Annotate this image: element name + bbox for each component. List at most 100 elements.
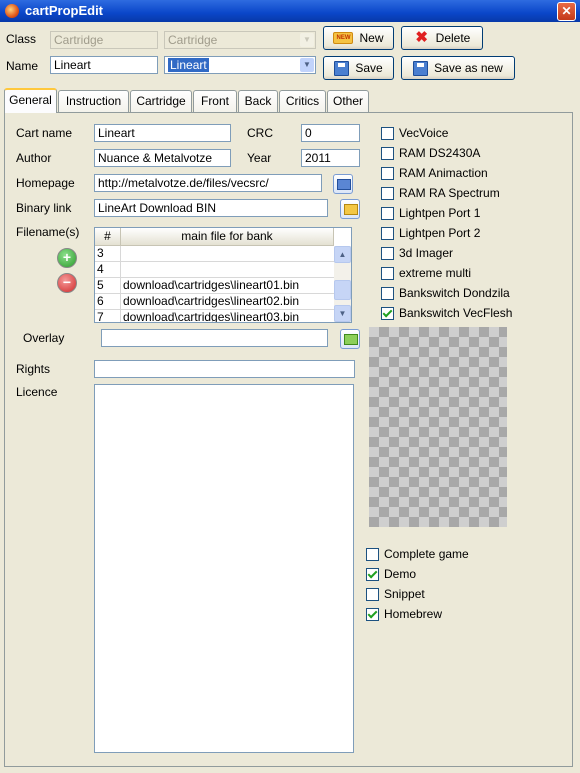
checkbox-box[interactable]	[381, 266, 394, 280]
delete-button[interactable]: ✖ Delete	[401, 26, 483, 50]
checkbox-snippet[interactable]: Snippet	[366, 587, 425, 601]
name-label: Name	[6, 59, 39, 73]
checkbox-ram-ra-spectrum[interactable]: RAM RA Spectrum	[381, 186, 500, 200]
cart-name-label: Cart name	[16, 126, 73, 140]
delete-icon: ✖	[415, 29, 428, 46]
table-header-num: #	[95, 228, 121, 246]
tab-instruction[interactable]: Instruction	[58, 90, 129, 112]
name-field[interactable]: Lineart	[50, 56, 158, 74]
checkbox-box[interactable]	[381, 206, 394, 220]
checkbox-box[interactable]	[381, 186, 394, 200]
row-num: 7	[95, 310, 121, 322]
link-icon	[337, 179, 351, 190]
checkbox-box[interactable]	[381, 246, 394, 260]
browse-binary-button[interactable]	[340, 199, 360, 219]
checkbox-lightpen-port-2[interactable]: Lightpen Port 2	[381, 226, 480, 240]
save-as-new-button[interactable]: Save as new	[401, 56, 515, 80]
remove-file-button[interactable]: −	[57, 273, 77, 293]
checkbox-box[interactable]	[366, 567, 379, 581]
app-icon	[5, 4, 19, 18]
checkbox-homebrew[interactable]: Homebrew	[366, 607, 442, 621]
overlay-field[interactable]	[101, 329, 328, 347]
row-file: download\cartridges\lineart02.bin	[123, 294, 300, 308]
checkbox-box[interactable]	[381, 166, 394, 180]
chevron-down-icon[interactable]: ▼	[300, 58, 314, 72]
scroll-thumb[interactable]	[334, 280, 351, 300]
tab-front[interactable]: Front	[193, 90, 237, 112]
table-row[interactable]: 5 download\cartridges\lineart01.bin	[95, 278, 334, 294]
checkbox-label: Bankswitch Dondzila	[399, 286, 510, 300]
new-button[interactable]: NEW New	[323, 26, 394, 50]
table-header-file: main file for bank	[121, 228, 334, 246]
checkbox-complete-game[interactable]: Complete game	[366, 547, 469, 561]
folder-icon	[344, 204, 358, 215]
table-scrollbar[interactable]: ▲ ▼	[334, 246, 351, 322]
checkbox-lightpen-port-1[interactable]: Lightpen Port 1	[381, 206, 480, 220]
rights-field[interactable]	[94, 360, 355, 378]
table-row[interactable]: 3	[95, 246, 334, 262]
filename-table[interactable]: # main file for bank 3 4 5 download\cartr…	[94, 227, 352, 323]
checkbox-label: Snippet	[384, 587, 425, 601]
name-combo-value: Lineart	[168, 58, 209, 72]
window-title: cartPropEdit	[25, 3, 104, 18]
checkbox-ram-animaction[interactable]: RAM Animaction	[381, 166, 488, 180]
checkbox-label: Lightpen Port 2	[399, 226, 481, 240]
binary-link-field[interactable]: LineArt Download BIN	[94, 199, 328, 217]
checkbox-label: RAM Animaction	[399, 166, 488, 180]
crc-field[interactable]: 0	[301, 124, 360, 142]
name-combo[interactable]: Lineart ▼	[164, 56, 316, 74]
homepage-label: Homepage	[16, 176, 75, 190]
row-file: download\cartridges\lineart01.bin	[123, 278, 300, 292]
close-button[interactable]: ✕	[557, 2, 576, 21]
scroll-down-icon[interactable]: ▼	[334, 305, 351, 322]
tab-other[interactable]: Other	[327, 90, 369, 112]
checkbox-box[interactable]	[381, 226, 394, 240]
checkbox-box[interactable]	[366, 587, 379, 601]
tab-back[interactable]: Back	[238, 90, 278, 112]
scroll-up-icon[interactable]: ▲	[334, 246, 351, 263]
checkbox-box[interactable]	[381, 306, 394, 320]
tab-critics[interactable]: Critics	[279, 90, 326, 112]
table-row[interactable]: 6 download\cartridges\lineart02.bin	[95, 294, 334, 310]
class-combo: Cartridge ▼	[164, 31, 316, 49]
checkbox-demo[interactable]: Demo	[366, 567, 416, 581]
browse-overlay-button[interactable]	[340, 329, 360, 349]
homepage-field[interactable]: http://metalvotze.de/files/vecsrc/	[94, 174, 322, 192]
checkbox-box[interactable]	[366, 607, 379, 621]
checkbox-ram-ds2430a[interactable]: RAM DS2430A	[381, 146, 480, 160]
year-field[interactable]: 2011	[301, 149, 360, 167]
class-combo-value: Cartridge	[168, 33, 218, 47]
licence-textarea[interactable]	[94, 384, 354, 753]
class-label: Class	[6, 32, 37, 46]
overlay-image-preview	[369, 327, 507, 527]
checkbox-box[interactable]	[366, 547, 379, 561]
row-num: 4	[95, 262, 121, 277]
checkbox-label: 3d Imager	[399, 246, 454, 260]
author-label: Author	[16, 151, 52, 165]
save-button-label: Save	[355, 61, 383, 75]
filenames-label: Filename(s)	[16, 225, 80, 239]
checkbox-box[interactable]	[381, 286, 394, 300]
checkbox-bankswitch-vecflesh[interactable]: Bankswitch VecFlesh	[381, 306, 512, 320]
save-button[interactable]: Save	[323, 56, 394, 80]
table-row[interactable]: 4	[95, 262, 334, 278]
checkbox-bankswitch-dondzila[interactable]: Bankswitch Dondzila	[381, 286, 510, 300]
add-file-button[interactable]: +	[57, 248, 77, 268]
author-field[interactable]: Nuance & Metalvotze	[94, 149, 231, 167]
checkbox-extreme-multi[interactable]: extreme multi	[381, 266, 471, 280]
table-row[interactable]: 7 download\cartridges\lineart03.bin	[95, 310, 334, 322]
save-as-icon	[413, 60, 429, 76]
save-as-new-button-label: Save as new	[434, 61, 503, 75]
cart-name-field[interactable]: Lineart	[94, 124, 231, 142]
checkbox-label: VecVoice	[399, 126, 449, 140]
tab-general[interactable]: General	[4, 88, 57, 113]
checkbox-box[interactable]	[381, 126, 394, 140]
crc-label: CRC	[247, 126, 273, 140]
checkbox-label: Bankswitch VecFlesh	[399, 306, 513, 320]
checkbox-box[interactable]	[381, 146, 394, 160]
title-bar: cartPropEdit ✕	[0, 0, 580, 22]
tab-cartridge[interactable]: Cartridge	[130, 90, 192, 112]
checkbox-3d-imager[interactable]: 3d Imager	[381, 246, 453, 260]
open-link-button[interactable]	[333, 174, 353, 194]
checkbox-vecvoice[interactable]: VecVoice	[381, 126, 448, 140]
